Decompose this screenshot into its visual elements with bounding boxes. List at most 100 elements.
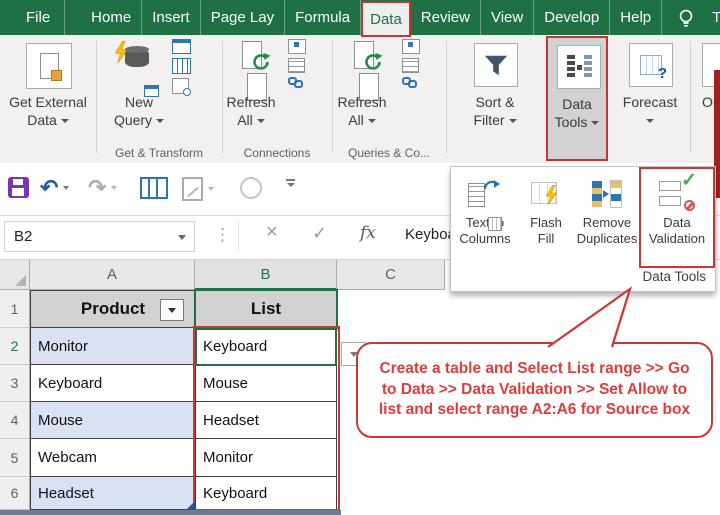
divider — [238, 221, 239, 252]
group-divider — [690, 41, 691, 153]
tab-insert[interactable]: Insert — [142, 0, 201, 35]
recent-sources-icon — [172, 78, 189, 94]
new-query-icon[interactable] — [114, 41, 166, 89]
chevron-down-icon — [646, 119, 654, 123]
question-mark-icon: ? — [658, 65, 667, 82]
properties-icon — [288, 39, 306, 54]
tab-page-layout[interactable]: Page Lay — [201, 0, 285, 35]
flash-fill-button[interactable]: FlashFill — [517, 173, 575, 247]
get-external-data-icon — [26, 43, 72, 89]
refresh-arrows-icon — [251, 52, 271, 72]
row-header-6[interactable]: 6 — [0, 477, 30, 510]
connection-side-icons[interactable] — [288, 39, 306, 88]
form-button[interactable] — [182, 177, 214, 201]
group-data-tools[interactable]: Data Tools — [546, 36, 608, 161]
tab-review[interactable]: Review — [411, 0, 481, 35]
table-width-icon — [140, 177, 168, 199]
properties-icon — [402, 39, 420, 54]
column-header-b[interactable]: B — [195, 260, 337, 290]
lightning-icon — [545, 184, 558, 206]
save-button[interactable] — [8, 177, 29, 198]
refresh-all-icon[interactable] — [238, 41, 282, 89]
tab-formulas[interactable]: Formula — [285, 0, 361, 35]
cell-a3[interactable]: Keyboard — [30, 365, 195, 402]
link-icon — [288, 77, 306, 88]
row-header-2[interactable]: 2 — [0, 328, 30, 365]
tell-me[interactable]: Tell me — [702, 0, 720, 35]
insert-function-button[interactable]: fx — [360, 223, 376, 243]
query-side-icons[interactable] — [172, 39, 191, 94]
group-label: Queries & Co... — [332, 146, 446, 160]
button-label: Get External — [9, 94, 87, 110]
undo-icon: ↶ — [40, 177, 58, 199]
show-queries-icon — [172, 39, 191, 54]
chevron-down-icon — [208, 187, 214, 191]
lightbulb-icon — [662, 0, 702, 35]
ribbon: Get External Data New Query — [0, 35, 720, 164]
edit-links-list-icon — [288, 58, 305, 73]
chevron-down-icon — [368, 119, 376, 123]
column-header-c[interactable]: C — [337, 260, 445, 290]
chevron-down-icon — [591, 121, 599, 125]
shape-button[interactable] — [240, 177, 262, 199]
save-icon — [8, 177, 29, 198]
data-tools-icon — [557, 45, 601, 89]
column-width-button[interactable] — [140, 177, 168, 199]
redo-button[interactable]: ↷ — [88, 177, 117, 199]
text-to-columns-icon — [453, 173, 517, 215]
chevron-down-icon — [111, 186, 117, 190]
select-all-corner[interactable] — [0, 260, 30, 290]
cell-a2[interactable]: Monitor — [30, 328, 195, 365]
cell-a5[interactable]: Webcam — [30, 439, 195, 477]
circle-icon — [240, 177, 262, 199]
column-header-a[interactable]: A — [30, 260, 195, 290]
chevron-down-icon — [509, 119, 517, 123]
tab-view[interactable]: View — [481, 0, 534, 35]
annotation-callout: Create a table and Select List range >> … — [356, 342, 713, 438]
redo-icon: ↷ — [88, 177, 106, 199]
lock-icon — [51, 70, 62, 81]
refresh-all-icon[interactable] — [350, 41, 394, 89]
selection-border-b1 — [194, 289, 338, 329]
flyout-group-label: Data Tools — [642, 269, 706, 284]
query-side-icons[interactable] — [402, 39, 420, 88]
filter-dropdown-button[interactable] — [160, 299, 184, 321]
arrow-right-icon — [603, 190, 609, 198]
table-resize-handle[interactable] — [186, 501, 195, 510]
group-label: Connections — [222, 146, 332, 160]
more-commands-icon — [286, 179, 295, 187]
tab-data[interactable]: Data — [361, 1, 411, 37]
enter-button[interactable]: ✓ — [312, 223, 327, 244]
row-header-1[interactable]: 1 — [0, 290, 30, 328]
cancel-button[interactable]: × — [266, 221, 278, 244]
row-header-4[interactable]: 4 — [0, 402, 30, 439]
chevron-down-icon — [178, 235, 186, 240]
group-forecast[interactable]: ? Forecast — [610, 35, 690, 163]
cell-a4[interactable]: Mouse — [30, 402, 195, 439]
chevron-down-icon — [61, 119, 69, 123]
remove-duplicates-button[interactable]: RemoveDuplicates — [575, 173, 639, 247]
formula-bar-drag-handle[interactable]: ⋮ — [214, 225, 231, 245]
row-header-3[interactable]: 3 — [0, 365, 30, 402]
text-to-columns-button[interactable]: Text toColumns — [453, 173, 517, 247]
group-sort-filter[interactable]: Sort & Filter — [446, 35, 544, 163]
tab-developer[interactable]: Develop — [534, 0, 610, 35]
cell-a6[interactable]: Headset — [30, 477, 195, 510]
tab-help[interactable]: Help — [610, 0, 662, 35]
name-box[interactable]: B2 — [4, 221, 195, 252]
list-icon — [402, 58, 419, 73]
from-table-icon — [172, 58, 191, 74]
group-queries-connections: Refresh All Queries & Co... — [332, 35, 446, 163]
data-tools-flyout: Text toColumns FlashFill RemoveDuplicate… — [450, 166, 716, 292]
callout-text: Create a table and Select List range >> … — [358, 355, 711, 424]
tab-home[interactable]: Home — [81, 0, 142, 35]
row-header-5[interactable]: 5 — [0, 439, 30, 477]
forecast-icon: ? — [629, 43, 673, 87]
annotation-box-data-validation — [639, 167, 715, 268]
chevron-down-icon — [63, 186, 69, 190]
undo-button[interactable]: ↶ — [40, 177, 69, 199]
tab-file[interactable]: File — [12, 0, 65, 35]
flash-fill-icon — [517, 173, 575, 215]
chevron-down-icon — [257, 119, 265, 123]
customize-qat-button[interactable] — [286, 179, 295, 187]
